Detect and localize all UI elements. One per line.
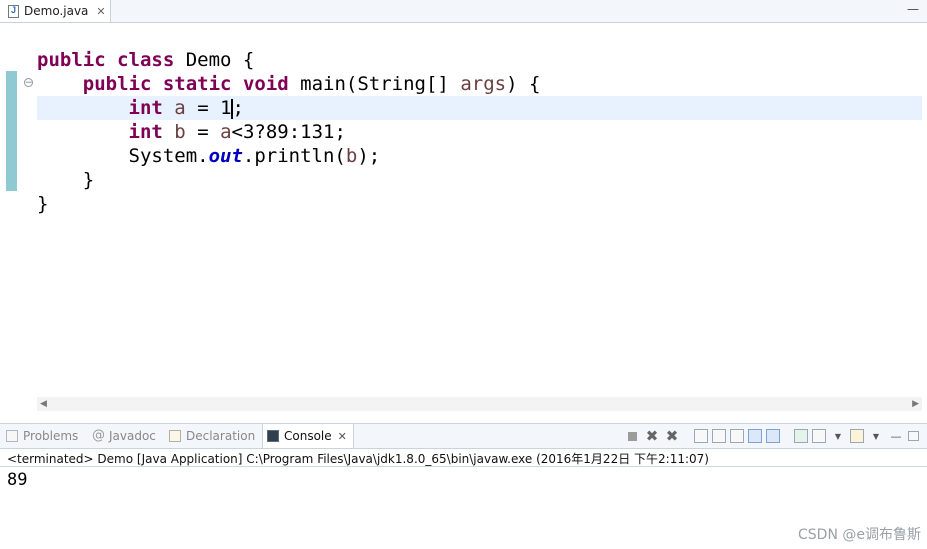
console-icon — [267, 430, 279, 442]
variable: b — [345, 145, 358, 167]
code-text[interactable]: public class Demo { public static void m… — [37, 48, 540, 216]
maximize-icon[interactable] — [908, 431, 919, 441]
code-text-segment: ; — [232, 97, 244, 119]
keyword: int — [128, 121, 163, 143]
code-text-segment: main(String[] — [288, 73, 461, 95]
divider — [0, 466, 927, 467]
horizontal-scrollbar[interactable]: ◀ ▶ — [37, 397, 922, 411]
close-icon[interactable]: ✕ — [338, 430, 347, 443]
minimize-icon[interactable]: — — [888, 428, 904, 444]
code-text-segment: System. — [128, 145, 209, 167]
code-text-segment: <3?89:131; — [231, 121, 346, 143]
watermark: CSDN @e调布鲁斯 — [798, 527, 921, 543]
chevron-down-icon[interactable]: ▼ — [830, 428, 846, 444]
show-stderr-icon[interactable] — [766, 429, 780, 443]
keyword: static — [162, 73, 232, 95]
keyword: int — [128, 97, 163, 119]
close-icon[interactable]: ✕ — [96, 5, 105, 18]
code-line-current: int a = 1; — [37, 96, 540, 120]
console-status-line: <terminated> Demo [Java Application] C:\… — [7, 452, 709, 466]
console-output[interactable]: 89 — [7, 470, 27, 490]
variable: a — [220, 121, 232, 143]
code-text-segment: = — [185, 97, 221, 119]
quick-diff-change-bar — [6, 71, 17, 191]
code-line: int b = a<3?89:131; — [37, 120, 540, 144]
clear-console-icon[interactable] — [694, 429, 708, 443]
code-text-segment: Demo { — [174, 49, 255, 71]
display-console-icon[interactable] — [812, 429, 826, 443]
code-line: } — [37, 169, 95, 191]
declaration-icon — [169, 430, 181, 442]
remove-all-icon[interactable]: ✖ — [664, 427, 680, 445]
code-line: public class Demo { — [37, 48, 540, 72]
editor-tab-bar: Demo.java ✕ — — [0, 0, 927, 23]
code-line: public static void main(String[] args) { — [37, 72, 541, 96]
pin-console-icon[interactable] — [794, 429, 808, 443]
code-editor[interactable]: − public class Demo { public static void… — [0, 23, 927, 413]
keyword: void — [242, 73, 289, 95]
code-line: } — [37, 193, 49, 215]
keyword: public — [37, 49, 106, 71]
keyword: public — [82, 73, 152, 95]
parameter: args — [460, 73, 507, 95]
code-text-segment: ) { — [506, 73, 541, 95]
terminate-icon[interactable] — [624, 428, 640, 444]
scroll-right-icon[interactable]: ▶ — [912, 397, 919, 411]
static-field: out — [208, 145, 243, 167]
tab-javadoc[interactable]: @ Javadoc — [92, 424, 156, 448]
tab-problems[interactable]: Problems — [6, 424, 78, 448]
editor-tab-demo-java[interactable]: Demo.java ✕ — [0, 0, 111, 22]
editor-tab-label: Demo.java — [24, 4, 89, 18]
panel-tab-bar: Problems @ Javadoc Declaration Console ✕… — [0, 423, 927, 449]
tab-label: Problems — [23, 429, 79, 443]
keyword: class — [117, 49, 175, 71]
scroll-lock-icon[interactable] — [712, 429, 726, 443]
minimize-icon[interactable]: — — [907, 2, 919, 16]
tab-label: Javadoc — [109, 429, 156, 443]
code-text-segment — [163, 121, 174, 143]
variable: a — [174, 97, 186, 119]
fold-icon[interactable]: − — [24, 78, 33, 88]
code-line: System.out.println(b); — [37, 144, 540, 168]
show-stdout-icon[interactable] — [748, 429, 762, 443]
code-text-segment: = — [185, 121, 221, 143]
word-wrap-icon[interactable] — [730, 429, 744, 443]
remove-launch-icon[interactable]: ✖ — [644, 427, 660, 445]
java-file-icon — [8, 4, 19, 18]
scroll-left-icon[interactable]: ◀ — [40, 397, 47, 411]
tab-label: Console — [284, 429, 332, 443]
tab-label: Declaration — [186, 429, 256, 443]
tab-console[interactable]: Console ✕ — [262, 424, 354, 448]
console-toolbar: ✖ ✖ ▼ ▼ — — [624, 424, 919, 448]
variable: b — [174, 121, 186, 143]
open-console-icon[interactable] — [850, 429, 864, 443]
code-text-segment — [163, 97, 174, 119]
chevron-down-icon[interactable]: ▼ — [868, 428, 884, 444]
code-text-segment: .println( — [242, 145, 346, 167]
problems-icon — [6, 430, 18, 442]
code-text-segment: ); — [357, 145, 381, 167]
tab-declaration[interactable]: Declaration — [169, 424, 255, 448]
javadoc-icon: @ — [92, 428, 105, 443]
